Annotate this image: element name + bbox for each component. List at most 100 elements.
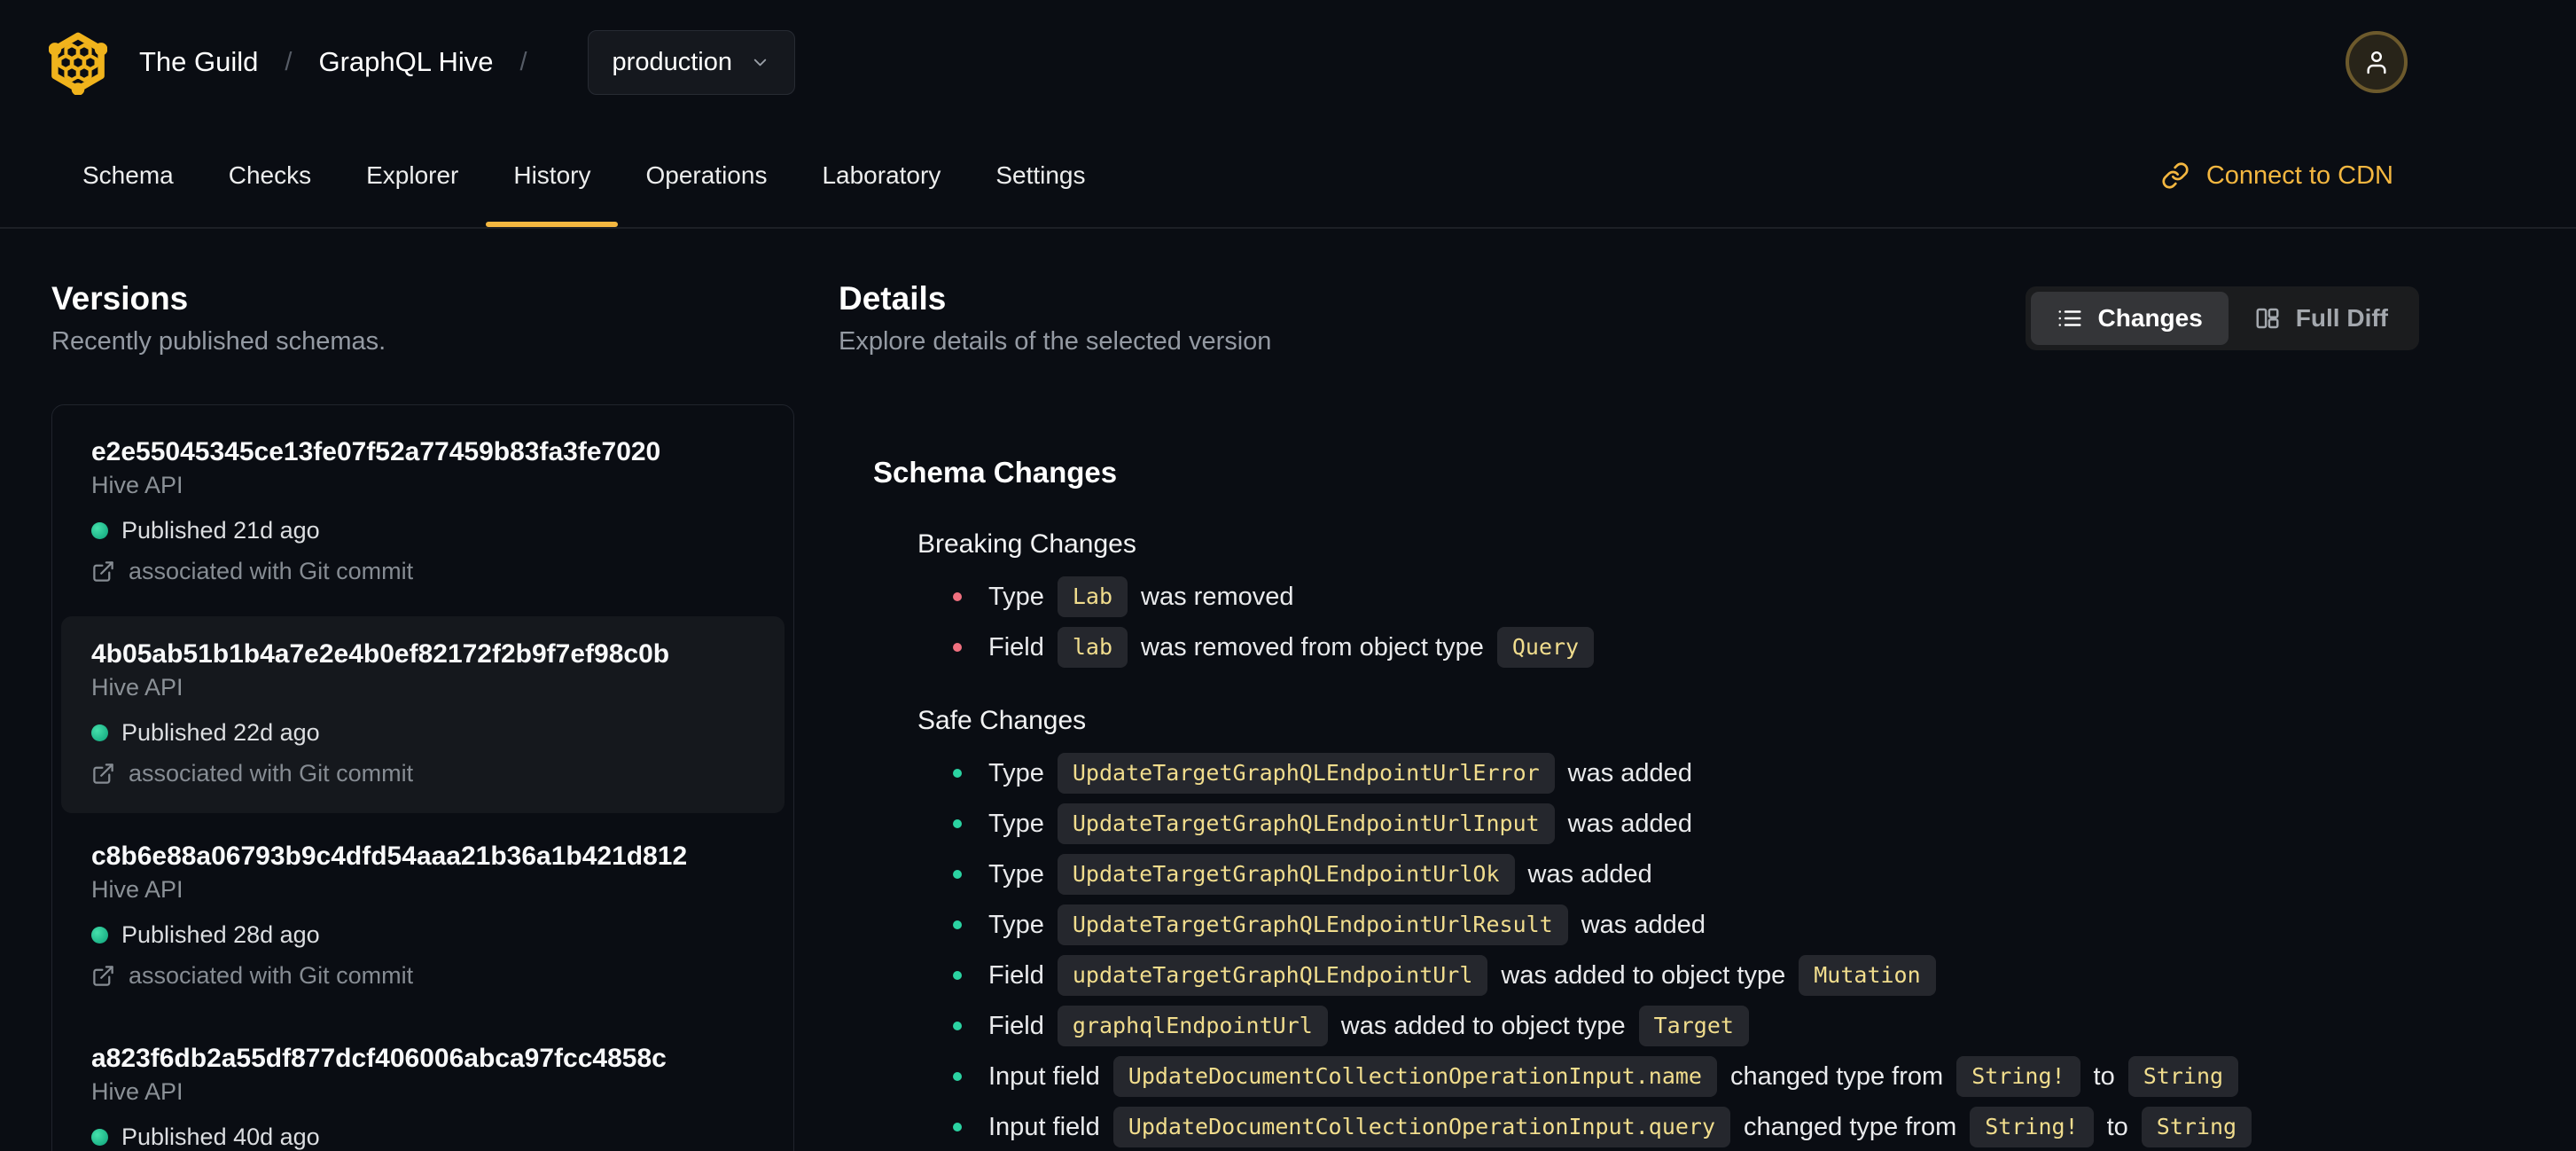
schema-coordinate-chip: String [2127,1056,2239,1097]
change-text: was added [1581,910,1706,939]
tab-explorer[interactable]: Explorer [366,124,458,227]
published-dot-icon [91,521,108,539]
change-text: changed type from [1729,1061,1944,1091]
git-commit-text: associated with Git commit [129,558,414,584]
versions-subtitle: Recently published schemas. [51,327,386,356]
safe-bullet-icon [953,870,962,879]
published-text: Published 40d ago [121,1124,320,1150]
tab-laboratory[interactable]: Laboratory [822,124,941,227]
safe-bullet-icon [953,1072,962,1081]
safe-change-item: Type UpdateTargetGraphQLEndpointUrlError w… [953,752,2523,795]
tab-operations[interactable]: Operations [645,124,767,227]
safe-changes-list: Type UpdateTargetGraphQLEndpointUrlError w… [917,752,2523,1148]
published-dot-icon [91,1128,108,1146]
schema-coordinate-chip: UpdateTargetGraphQLEndpointUrlError [1057,753,1555,794]
breadcrumb-separator: / [285,47,293,76]
git-commit-link[interactable]: associated with Git commit [91,758,754,788]
app-header: The Guild / GraphQL Hive / production [0,0,2576,124]
git-commit-text: associated with Git commit [129,962,414,989]
breadcrumb-separator: / [519,47,527,76]
version-hash: 4b05ab51b1b4a7e2e4b0ef82172f2b9f7ef98c0b [91,639,670,669]
changes-view-button[interactable]: Changes [2030,292,2229,345]
git-commit-link[interactable]: associated with Git commit [91,960,754,990]
version-service-name: Hive API [91,472,183,498]
version-hash: c8b6e88a06793b9c4dfd54aaa21b36a1b421d812 [91,842,688,871]
version-service-name: Hive API [91,674,183,701]
breadcrumb-project[interactable]: GraphQL Hive [318,46,493,78]
published-text: Published 28d ago [121,921,320,948]
target-selector[interactable]: production [587,29,795,95]
version-list-item[interactable]: e2e55045345ce13fe07f52a77459b83fa3fe7020… [61,414,785,611]
breaking-bullet-icon [953,592,962,601]
change-text: Field [988,632,1044,662]
external-link-icon [93,965,113,986]
external-link-icon [93,560,113,582]
version-hash: a823f6db2a55df877dcf406006abca97fcc4858c [91,1044,667,1073]
schema-coordinate-chip: Target [1638,1006,1749,1046]
version-published-status: Published 40d ago [91,1122,754,1151]
details-panel: Details Explore details of the selected … [839,279,2523,1151]
safe-change-item: Input field UpdateDocumentCollectionOpera… [953,1106,2523,1148]
schema-coordinate-chip: UpdateDocumentCollectionOperationInput.q… [1112,1107,1731,1147]
safe-change-item: Field graphqlEndpointUrl was added to obje… [953,1005,2523,1047]
change-text: Type [988,809,1044,838]
schema-coordinate-chip: String! [1956,1056,2080,1097]
safe-change-item: Type UpdateTargetGraphQLEndpointUrlResult… [953,904,2523,946]
breadcrumb-org[interactable]: The Guild [139,46,258,78]
breaking-bullet-icon [953,643,962,652]
schema-coordinate-chip: lab [1057,627,1128,668]
safe-change-item: Field updateTargetGraphQLEndpointUrl was a… [953,954,2523,997]
target-selector-value: production [612,47,732,76]
schema-coordinate-chip: UpdateDocumentCollectionOperationInput.n… [1112,1056,1717,1097]
tab-schema[interactable]: Schema [82,124,174,227]
chevron-down-icon [753,59,767,66]
change-text: to [2106,1112,2128,1141]
published-text: Published 21d ago [121,517,320,544]
tab-history[interactable]: History [486,124,619,227]
published-dot-icon [91,724,108,741]
published-text: Published 22d ago [121,719,320,746]
schema-coordinate-chip: Lab [1057,576,1128,617]
safe-change-item: Type UpdateTargetGraphQLEndpointUrlOk was … [953,853,2523,896]
connect-to-cdn-button[interactable]: Connect to CDN [2161,124,2393,227]
tabs: Schema Checks Explorer History Operations Lab… [82,124,1141,227]
list-icon [2058,310,2081,326]
safe-bullet-icon [953,971,962,980]
safe-changes-title: Safe Changes [917,706,1087,735]
tab-bar: Schema Checks Explorer History Operations Lab… [0,124,2576,229]
change-text: Field [988,1011,1044,1040]
change-text: Type [988,758,1044,787]
safe-bullet-icon [953,819,962,828]
safe-change-item: Type UpdateTargetGraphQLEndpointUrlInput w… [953,803,2523,845]
connect-to-cdn-label: Connect to CDN [2205,161,2393,190]
git-commit-link[interactable]: associated with Git commit [91,556,754,586]
hive-logo-icon[interactable] [49,30,107,95]
safe-bullet-icon [953,920,962,929]
changes-view-label: Changes [2097,304,2203,332]
tab-settings[interactable]: Settings [995,124,1085,227]
user-menu-button[interactable] [2346,31,2408,93]
version-list-item[interactable]: a823f6db2a55df877dcf406006abca97fcc4858c… [61,1021,785,1151]
schema-coordinate-chip: Mutation [1799,955,1936,996]
published-dot-icon [91,926,108,944]
tab-checks[interactable]: Checks [229,124,311,227]
change-text: to [2093,1061,2115,1091]
version-list-item[interactable]: c8b6e88a06793b9c4dfd54aaa21b36a1b421d812… [61,818,785,1015]
split-columns-icon [2256,308,2279,329]
safe-bullet-icon [953,1123,962,1131]
version-list-item[interactable]: 4b05ab51b1b4a7e2e4b0ef82172f2b9f7ef98c0b… [61,616,785,813]
change-text: Type [988,859,1044,889]
version-service-name: Hive API [91,876,183,903]
full-diff-view-button[interactable]: Full Diff [2229,292,2414,345]
schema-coordinate-chip: graphqlEndpointUrl [1057,1006,1328,1046]
safe-changes-group: Safe Changes Type UpdateTargetGraphQLEndp… [917,702,2523,1148]
schema-coordinate-chip: String [2141,1107,2252,1147]
change-text: changed type from [1744,1112,1957,1141]
version-published-status: Published 22d ago [91,717,754,748]
breaking-changes-group: Breaking Changes Type Lab was removed Field… [917,526,2523,669]
view-toggle: Changes Full Diff [2025,286,2419,350]
change-text: was added to object type [1340,1011,1626,1040]
change-text: was added [1567,758,1692,787]
change-text: was added [1527,859,1652,889]
change-text: was added to object type [1501,960,1786,990]
